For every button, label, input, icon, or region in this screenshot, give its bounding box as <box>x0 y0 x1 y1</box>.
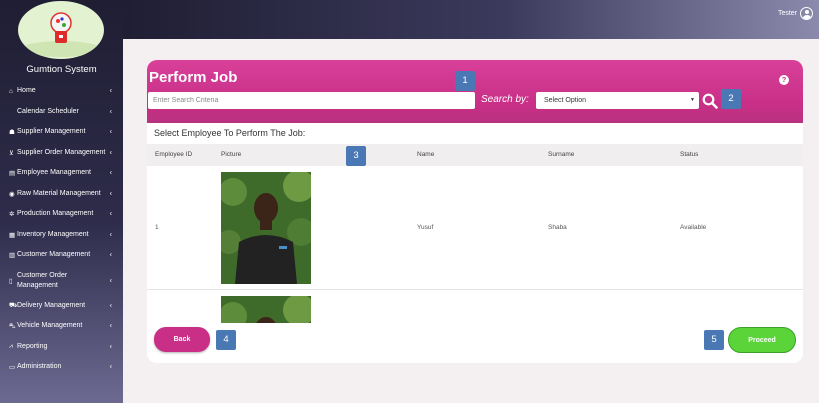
cell-employee-id: 1 <box>155 224 159 231</box>
search-input[interactable] <box>148 92 475 109</box>
home-icon: ⌂ <box>9 87 13 95</box>
customer-icon: ▥ <box>9 252 16 260</box>
table-row[interactable] <box>147 291 803 331</box>
step-badge-1: 1 <box>455 71 475 91</box>
sidebar-item-label: Administration <box>17 363 62 371</box>
sidebar-item-production-management[interactable]: ✲ Production Management ‹ <box>0 204 123 225</box>
employee-icon: ▤ <box>9 170 16 178</box>
col-status: Status <box>680 151 699 158</box>
chevron-left-icon: ‹ <box>109 231 112 239</box>
cart-icon: ⊻ <box>9 149 14 157</box>
caret-down-icon: ▼ <box>690 97 695 103</box>
chart-icon: ⩘ <box>9 342 13 350</box>
sidebar-item-inventory-management[interactable]: ▦ Inventory Management ‹ <box>0 225 123 246</box>
search-by-select[interactable]: Select Option ▼ <box>536 92 699 109</box>
chevron-left-icon: ‹ <box>109 190 112 198</box>
cell-surname: Shaba <box>548 224 567 231</box>
cell-status: Available <box>680 224 707 231</box>
sidebar-item-customer-management[interactable]: ▥ Customer Management ‹ <box>0 245 123 266</box>
step-badge-5: 5 <box>704 330 724 350</box>
sidebar-item-label: Supplier Management <box>17 128 86 136</box>
page-title: Perform Job <box>149 69 238 86</box>
users-icon: ☗ <box>9 129 15 137</box>
col-name: Name <box>417 151 435 158</box>
help-icon[interactable]: ? <box>779 75 789 85</box>
chevron-left-icon: ‹ <box>109 251 112 259</box>
step-badge-4: 4 <box>216 330 236 350</box>
chevron-left-icon: ‹ <box>109 277 112 284</box>
file-icon: ▯ <box>9 277 13 285</box>
chevron-left-icon: ‹ <box>109 302 112 310</box>
sidebar-item-label: Calendar Scheduler <box>17 107 79 115</box>
chevron-left-icon: ‹ <box>109 169 112 177</box>
sidebar-item-home[interactable]: ⌂ Home ‹ <box>0 81 123 102</box>
select-employee-heading: Select Employee To Perform The Job: <box>154 128 306 138</box>
sidebar: Gumtion System ⌂ Home ‹ Calendar Scheduler ‹… <box>0 0 123 403</box>
sidebar-item-label: Customer Order Management <box>17 271 68 289</box>
select-value: Select Option <box>544 97 587 104</box>
perform-job-card: Perform Job ? Search by: Select Option ▼… <box>147 60 803 363</box>
sidebar-item-administration[interactable]: ▭ Administration ‹ <box>0 357 123 378</box>
cell-name: Yusuf <box>417 224 434 231</box>
sidebar-item-label: Production Management <box>17 210 94 218</box>
car-icon: ⛍ <box>9 322 16 330</box>
user-avatar-icon <box>800 7 813 20</box>
user-menu[interactable]: Tester <box>778 7 813 20</box>
chevron-left-icon: ‹ <box>109 322 112 330</box>
top-bar: Tester <box>123 0 819 39</box>
search-icon[interactable] <box>702 93 718 109</box>
sidebar-item-label: Supplier Order Management <box>17 148 106 156</box>
search-by-label: Search by: <box>481 94 529 105</box>
laptop-icon: ▭ <box>9 364 16 372</box>
sidebar-item-label: Employee Management <box>17 169 91 177</box>
inventory-icon: ▦ <box>9 231 16 239</box>
employee-photo <box>221 296 311 323</box>
sidebar-item-label: Reporting <box>17 342 48 350</box>
sidebar-item-label: Home <box>17 87 36 95</box>
back-button[interactable]: Back <box>154 327 210 352</box>
sidebar-item-label: Inventory Management <box>17 230 89 238</box>
chevron-left-icon: ‹ <box>109 363 112 371</box>
card-header: Perform Job ? Search by: Select Option ▼ <box>147 60 803 123</box>
chevron-left-icon: ‹ <box>109 149 112 157</box>
sidebar-item-supplier-order-management[interactable]: ⊻ Supplier Order Management ‹ <box>0 143 123 164</box>
col-picture: Picture <box>221 151 242 158</box>
sidebar-item-raw-material-management[interactable]: ◉ Raw Material Management ‹ <box>0 184 123 205</box>
col-surname: Surname <box>548 151 575 158</box>
sidebar-item-label: Delivery Management <box>17 301 86 309</box>
chevron-left-icon: ‹ <box>109 128 112 136</box>
table-header: Employee ID Picture Name Surname Status <box>147 144 803 166</box>
chevron-left-icon: ‹ <box>109 108 112 116</box>
sidebar-item-delivery-management[interactable]: ⛟ Delivery Management ‹ <box>0 296 123 317</box>
leaf-icon: ◉ <box>9 190 15 198</box>
sidebar-item-customer-order-management[interactable]: ▯ Customer Order Management ‹ <box>0 266 123 296</box>
sidebar-nav: ⌂ Home ‹ Calendar Scheduler ‹ ☗ Supplier Manag… <box>0 81 123 378</box>
chevron-left-icon: ‹ <box>109 343 112 351</box>
sidebar-item-reporting[interactable]: ⩘ Reporting ‹ <box>0 337 123 358</box>
employee-photo <box>221 172 311 284</box>
col-employee-id: Employee ID <box>155 151 193 158</box>
chevron-left-icon: ‹ <box>109 210 112 218</box>
sidebar-item-label: Customer Management <box>17 251 91 259</box>
brand-name: Gumtion System <box>26 64 97 75</box>
sidebar-item-label: Vehicle Management <box>17 322 83 330</box>
step-badge-2: 2 <box>721 89 741 109</box>
sidebar-item-label: Raw Material Management <box>17 189 101 197</box>
chevron-left-icon: ‹ <box>109 87 112 95</box>
username: Tester <box>777 10 797 17</box>
table-row[interactable]: 1 Yusuf Shaba Available <box>147 166 803 290</box>
sidebar-item-supplier-management[interactable]: ☗ Supplier Management ‹ <box>0 122 123 143</box>
sidebar-item-vehicle-management[interactable]: ⛍ Vehicle Management ‹ <box>0 316 123 337</box>
step-badge-3: 3 <box>346 146 366 166</box>
cogs-icon: ✲ <box>9 211 15 219</box>
gumball-machine-logo <box>18 1 104 59</box>
proceed-button[interactable]: Proceed <box>728 327 796 353</box>
truck-icon: ⛟ <box>9 302 18 310</box>
sidebar-item-calendar-scheduler[interactable]: Calendar Scheduler ‹ <box>0 102 123 123</box>
sidebar-item-employee-management[interactable]: ▤ Employee Management ‹ <box>0 163 123 184</box>
